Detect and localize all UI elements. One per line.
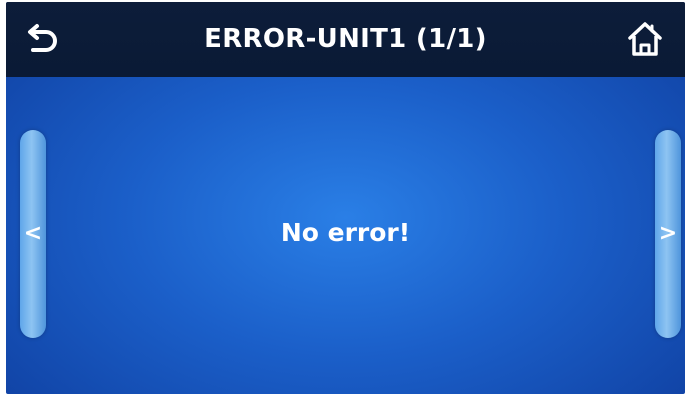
page-title: ERROR-UNIT1 (1/1): [204, 24, 487, 54]
status-message: No error!: [280, 218, 411, 247]
chevron-right-icon: >: [658, 221, 678, 246]
error-screen: ERROR-UNIT1 (1/1) < No error! >: [6, 2, 685, 394]
next-page-button[interactable]: >: [655, 130, 681, 338]
header-bar: ERROR-UNIT1 (1/1): [6, 2, 685, 77]
home-icon: [628, 22, 662, 56]
home-button[interactable]: [625, 18, 665, 60]
